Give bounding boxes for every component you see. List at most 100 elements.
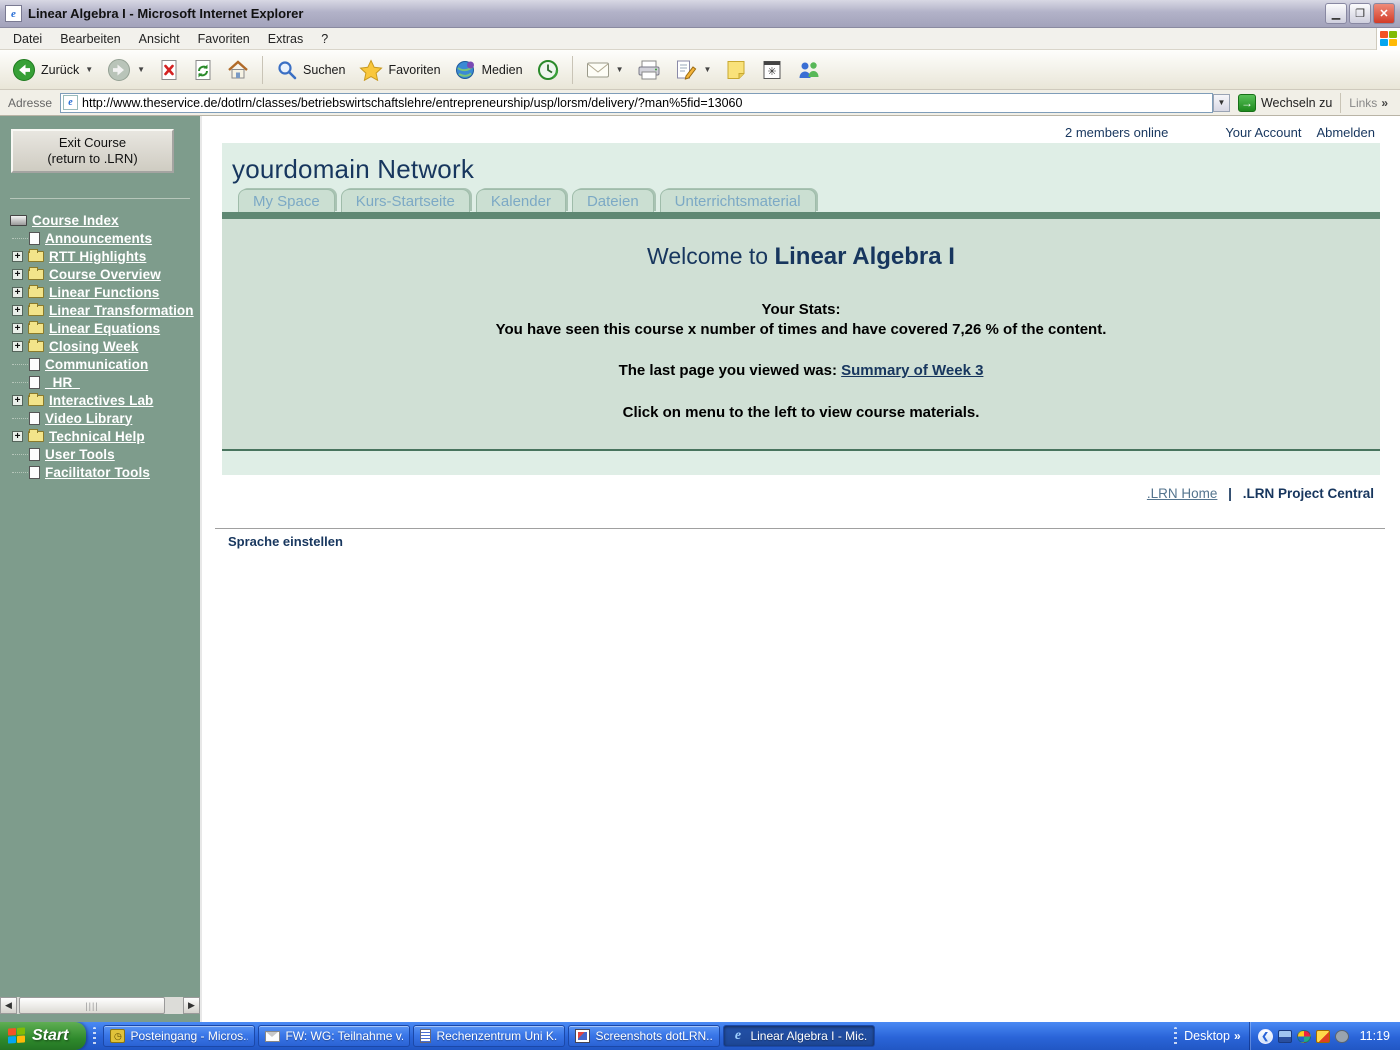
tab-kurs-startseite[interactable]: Kurs-Startseite — [341, 189, 470, 212]
messenger-button[interactable] — [791, 54, 827, 86]
scroll-left-arrow[interactable]: ◀ — [0, 997, 17, 1014]
favorites-button[interactable]: Favoriten — [353, 54, 446, 86]
back-button[interactable]: Zurück ▼ — [6, 54, 99, 86]
start-button[interactable]: Start — [0, 1022, 86, 1050]
sidebar-item-facilitator-tools[interactable]: Facilitator Tools — [0, 463, 200, 481]
task-linear-algebra-active[interactable]: e Linear Algebra I - Mic... — [723, 1025, 875, 1047]
sidebar-item-label[interactable]: Course Overview — [49, 267, 161, 282]
hide-tray-icons-button[interactable]: ❮ — [1258, 1029, 1273, 1044]
mail-dropdown-icon[interactable]: ▼ — [616, 65, 624, 74]
tab-my-space[interactable]: My Space — [238, 189, 335, 212]
sidebar-item-label[interactable]: Linear Transformation — [49, 303, 194, 318]
menu-help[interactable]: ? — [312, 30, 337, 48]
desktop-chevron-icon[interactable]: » — [1234, 1029, 1241, 1043]
quick-launch-grip[interactable] — [93, 1027, 96, 1045]
expand-plus-icon[interactable]: + — [12, 269, 23, 280]
sidebar-item-label[interactable]: User Tools — [45, 447, 115, 462]
sidebar-item-course-overview[interactable]: + Course Overview — [0, 265, 200, 283]
sidebar-item-announcements[interactable]: Announcements — [0, 229, 200, 247]
menu-datei[interactable]: Datei — [4, 30, 51, 48]
sidebar-item-rtt-highlights[interactable]: + RTT Highlights — [0, 247, 200, 265]
sidebar-item-label[interactable]: Video Library — [45, 411, 132, 426]
expand-plus-icon[interactable]: + — [12, 395, 23, 406]
logout-link[interactable]: Abmelden — [1316, 125, 1375, 140]
sidebar-item-closing-week[interactable]: + Closing Week — [0, 337, 200, 355]
scrollbar-thumb[interactable]: |||| — [19, 997, 165, 1014]
sidebar-item-label[interactable]: Announcements — [45, 231, 152, 246]
sidebar-item-hr[interactable]: _HR_ — [0, 373, 200, 391]
edit-button[interactable]: ▼ — [669, 54, 717, 86]
sidebar-item-user-tools[interactable]: User Tools — [0, 445, 200, 463]
sidebar-item-linear-equations[interactable]: + Linear Equations — [0, 319, 200, 337]
mail-button[interactable]: ▼ — [580, 54, 630, 86]
media-button[interactable]: Medien — [449, 54, 529, 86]
go-button[interactable]: → Wechseln zu — [1230, 94, 1340, 112]
tab-kalender[interactable]: Kalender — [476, 189, 566, 212]
tab-dateien[interactable]: Dateien — [572, 189, 654, 212]
restore-button[interactable]: ❐ — [1349, 3, 1371, 24]
sidebar-item-interactives-lab[interactable]: + Interactives Lab — [0, 391, 200, 409]
notes-button[interactable] — [719, 54, 753, 86]
sidebar-item-label[interactable]: _HR_ — [45, 375, 80, 390]
sidebar-item-label[interactable]: Course Index — [32, 213, 119, 228]
language-settings-link[interactable]: Sprache einstellen — [228, 534, 343, 549]
lrn-home-link[interactable]: .LRN Home — [1147, 486, 1218, 501]
back-dropdown-icon[interactable]: ▼ — [85, 65, 93, 74]
sidebar-item-communication[interactable]: Communication — [0, 355, 200, 373]
taskbar-clock[interactable]: 11:19 — [1360, 1029, 1390, 1043]
scroll-right-arrow[interactable]: ▶ — [183, 997, 200, 1014]
home-button[interactable] — [221, 54, 255, 86]
tab-unterrichtsmaterial[interactable]: Unterrichtsmaterial — [660, 189, 816, 212]
desktop-toolbar-grip[interactable] — [1174, 1027, 1177, 1045]
sidebar-item-linear-transformation[interactable]: + Linear Transformation — [0, 301, 200, 319]
expand-plus-icon[interactable]: + — [12, 431, 23, 442]
members-online-link[interactable]: 2 members online — [1065, 125, 1168, 140]
expand-plus-icon[interactable]: + — [12, 341, 23, 352]
summary-of-week-link[interactable]: Summary of Week 3 — [841, 362, 983, 379]
messenger-tray-icon[interactable] — [1297, 1030, 1311, 1043]
sidebar-item-technical-help[interactable]: + Technical Help — [0, 427, 200, 445]
sidebar-horizontal-scrollbar[interactable]: ◀ |||| ▶ — [0, 997, 200, 1014]
history-button[interactable] — [531, 54, 565, 86]
sidebar-item-label[interactable]: Interactives Lab — [49, 393, 153, 408]
sidebar-item-label[interactable]: Linear Functions — [49, 285, 159, 300]
search-button[interactable]: Suchen — [270, 54, 351, 86]
menu-bearbeiten[interactable]: Bearbeiten — [51, 30, 129, 48]
print-button[interactable] — [631, 54, 667, 86]
sidebar-item-label[interactable]: Linear Equations — [49, 321, 160, 336]
update-tray-icon[interactable] — [1335, 1030, 1349, 1043]
menu-favoriten[interactable]: Favoriten — [189, 30, 259, 48]
forward-dropdown-icon[interactable]: ▼ — [137, 65, 145, 74]
alert-tray-icon[interactable] — [1316, 1030, 1330, 1043]
scrollbar-track[interactable] — [165, 997, 183, 1014]
sidebar-item-label[interactable]: Facilitator Tools — [45, 465, 150, 480]
address-dropdown-icon[interactable]: ▼ — [1213, 94, 1230, 112]
sidebar-item-label[interactable]: RTT Highlights — [49, 249, 146, 264]
network-tray-icon[interactable] — [1278, 1030, 1292, 1043]
sidebar-item-video-library[interactable]: Video Library — [0, 409, 200, 427]
sidebar-item-label[interactable]: Communication — [45, 357, 148, 372]
sidebar-item-course-index[interactable]: Course Index — [0, 211, 200, 229]
task-posteingang[interactable]: ◷ Posteingang - Micros... — [103, 1025, 255, 1047]
close-button[interactable]: ✕ — [1373, 3, 1395, 24]
sidebar-item-linear-functions[interactable]: + Linear Functions — [0, 283, 200, 301]
refresh-button[interactable] — [187, 54, 219, 86]
address-input[interactable] — [82, 96, 1210, 110]
your-account-link[interactable]: Your Account — [1225, 125, 1301, 140]
expand-plus-icon[interactable]: + — [12, 287, 23, 298]
task-rechenzentrum[interactable]: Rechenzentrum Uni K... — [413, 1025, 565, 1047]
lrn-project-central-link[interactable]: .LRN Project Central — [1243, 486, 1374, 501]
expand-plus-icon[interactable]: + — [12, 251, 23, 262]
desktop-toolbar-label[interactable]: Desktop — [1184, 1029, 1230, 1043]
stop-button[interactable] — [153, 54, 185, 86]
sidebar-item-label[interactable]: Closing Week — [49, 339, 138, 354]
fullscreen-button[interactable]: ✳ — [755, 54, 789, 86]
task-screenshots-dotlrn[interactable]: Screenshots dotLRN.... — [568, 1025, 720, 1047]
forward-button[interactable]: ▼ — [101, 54, 151, 86]
expand-plus-icon[interactable]: + — [12, 305, 23, 316]
task-fw-wg-teilnahme[interactable]: FW: WG: Teilnahme v... — [258, 1025, 410, 1047]
expand-plus-icon[interactable]: + — [12, 323, 23, 334]
sidebar-item-label[interactable]: Technical Help — [49, 429, 145, 444]
exit-course-button[interactable]: Exit Course (return to .LRN) — [11, 129, 174, 173]
links-button[interactable]: Links » — [1340, 93, 1396, 113]
